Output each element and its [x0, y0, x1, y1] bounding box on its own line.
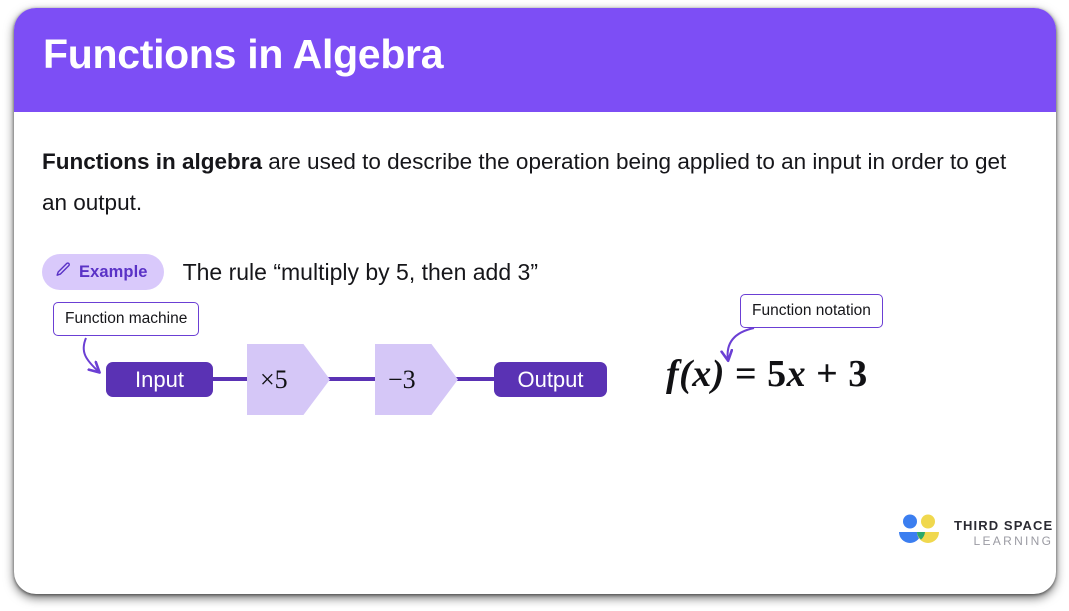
output-pill: Output: [494, 362, 607, 397]
logo-line-1: THIRD SPACE: [954, 517, 1054, 533]
equation-variable: x: [786, 353, 807, 395]
function-machine-diagram: Function machine Function notation Input…: [14, 8, 1056, 594]
function-notation-equation: f(x) = 5x + 3: [666, 352, 868, 396]
callout-function-machine: Function machine: [53, 302, 200, 336]
equation-equals: = 5: [724, 353, 787, 395]
wire-input-to-machine1: [210, 377, 252, 381]
input-pill: Input: [106, 362, 213, 397]
third-space-learning-logo-icon: [896, 513, 943, 552]
brand-logo: THIRD SPACE LEARNING: [896, 513, 1053, 552]
machine-operation-subtract: −3: [375, 344, 458, 415]
logo-line-2: LEARNING: [973, 533, 1054, 548]
callout-arrows: [82, 327, 755, 594]
logo-wordmark: THIRD SPACE LEARNING: [954, 519, 1053, 547]
equation-fx: f(x): [666, 353, 725, 395]
wire-machine1-to-machine2: [321, 377, 380, 381]
equation-tail: + 3: [806, 353, 868, 395]
callout-function-notation: Function notation: [740, 294, 883, 328]
machine-operation-multiply: ×5: [247, 344, 330, 415]
lesson-card: Functions in Algebra Functions in algebr…: [14, 8, 1056, 594]
